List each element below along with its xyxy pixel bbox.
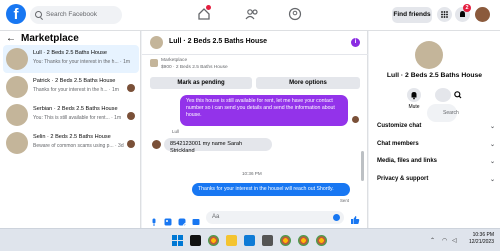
- chat-header: Lull · 2 Beds 2.5 Baths House i: [142, 31, 368, 55]
- chevron-down-icon: ⌄: [489, 124, 495, 130]
- conversation-details-panel: Lull · 2 Beds 2.5 Baths House Mute Searc…: [369, 31, 500, 228]
- info-icon[interactable]: i: [351, 38, 360, 47]
- listing-price: $900 · 2 Beds 2.5 Baths House: [161, 65, 228, 70]
- sent-status: Sent: [340, 198, 350, 203]
- message-input-placeholder: Aa: [212, 214, 220, 220]
- image-icon[interactable]: [164, 213, 172, 226]
- back-arrow-icon[interactable]: ←: [6, 33, 16, 44]
- file-explorer-icon[interactable]: [226, 235, 237, 246]
- privacy-support-item[interactable]: Privacy & support ⌄: [377, 176, 495, 183]
- search-in-conversation-icon[interactable]: [435, 88, 462, 102]
- conversation-title: Selin · 2 Beds 2.5 Baths House: [33, 134, 111, 140]
- panel-title: Marketplace: [21, 33, 79, 44]
- panel-header: ← Marketplace: [6, 33, 79, 44]
- chat-scrollbar[interactable]: [361, 151, 364, 181]
- menu-item-label: Privacy & support: [377, 176, 429, 182]
- chat-listing-thumbnail[interactable]: [150, 36, 163, 49]
- message-timestamp: 10:36 PM: [242, 171, 262, 176]
- listing-thumbnail: [6, 132, 28, 154]
- edge-icon[interactable]: [244, 235, 255, 246]
- home-notification-dot: [206, 5, 211, 10]
- listing-mini-thumbnail: [150, 59, 158, 67]
- chat-members-item[interactable]: Chat members ⌄: [377, 141, 495, 148]
- incoming-message: 8542123001 my name Sarah Strickland: [164, 138, 272, 154]
- outgoing-message: Yes this house is still available for re…: [180, 95, 348, 126]
- conversation-item[interactable]: Selin · 2 Beds 2.5 Baths House Beware of…: [3, 129, 139, 157]
- search-label: Search: [427, 104, 459, 122]
- chevron-up-icon[interactable]: ⌃: [430, 237, 435, 244]
- conversation-preview: You: Thanks for your interest in the h..…: [33, 59, 131, 65]
- wifi-icon[interactable]: ◠: [442, 237, 447, 244]
- chevron-down-icon: ⌄: [489, 159, 495, 165]
- search-icon: [35, 11, 42, 18]
- conversation-preview: You: This is still available for rent...…: [33, 115, 122, 121]
- chevron-down-icon: ⌄: [489, 142, 495, 148]
- more-options-button[interactable]: More options: [256, 77, 360, 89]
- sender-name: Lull: [172, 129, 180, 134]
- message-input[interactable]: Aa: [206, 211, 344, 224]
- sender-avatar[interactable]: [152, 140, 161, 149]
- customize-chat-item[interactable]: Customize chat ⌄: [377, 123, 495, 130]
- sticker-icon[interactable]: [178, 213, 186, 226]
- store-icon[interactable]: [262, 235, 273, 246]
- menu-item-label: Customize chat: [377, 123, 422, 129]
- listing-thumbnail: [6, 48, 28, 70]
- listing-label: Marketplace: [161, 58, 188, 63]
- like-icon[interactable]: [350, 212, 360, 224]
- marketplace-conversations-panel: ← Marketplace Lull · 2 Beds 2.5 Baths Hou…: [0, 31, 141, 228]
- menu-item-label: Chat members: [377, 141, 419, 147]
- clock-date: 12/21/2023: [468, 239, 494, 245]
- find-friends-button[interactable]: Find friends: [392, 7, 432, 23]
- conversation-preview: Thanks for your interest in the h... · 1…: [33, 87, 119, 93]
- conversation-item[interactable]: Serbian · 2 Beds 2.5 Baths House You: Th…: [3, 101, 139, 129]
- conversation-item[interactable]: Lull · 2 Beds 2.5 Baths House You: Thank…: [3, 45, 139, 73]
- mute-bell-icon[interactable]: [407, 88, 421, 102]
- message-composer: Aa: [142, 207, 368, 228]
- chat-title[interactable]: Lull · 2 Beds 2.5 Baths House: [169, 38, 267, 45]
- chrome-icon[interactable]: [208, 235, 219, 246]
- listing-thumbnail: [6, 76, 28, 98]
- friends-icon[interactable]: [245, 7, 259, 21]
- emoji-icon[interactable]: [333, 214, 340, 221]
- conversation-title: Patrick · 2 Beds 2.5 Baths House: [33, 78, 116, 84]
- system-clock[interactable]: 10:36 PM 12/21/2023: [469, 232, 494, 246]
- menu-grid-icon[interactable]: [437, 7, 452, 22]
- participant-avatar: [127, 84, 135, 92]
- conversation-preview: Beware of common scams using p... · 3d: [33, 143, 124, 149]
- participant-avatar: [127, 112, 135, 120]
- mute-label: Mute: [408, 104, 420, 110]
- microphone-icon[interactable]: [150, 213, 158, 226]
- home-icon[interactable]: [197, 5, 211, 21]
- chat-panel: Lull · 2 Beds 2.5 Baths House i Marketpl…: [142, 31, 368, 228]
- chrome-icon[interactable]: [298, 235, 309, 246]
- conversation-item[interactable]: Patrick · 2 Beds 2.5 Baths House Thanks …: [3, 73, 139, 101]
- conversation-title: Lull · 2 Beds 2.5 Baths House: [33, 50, 108, 56]
- menu-item-label: Media, files and links: [377, 158, 438, 164]
- facebook-logo[interactable]: f: [6, 4, 26, 24]
- gif-icon[interactable]: [192, 213, 200, 225]
- top-navigation-bar: f Search Facebook Find friends 2: [0, 0, 500, 31]
- chrome-icon[interactable]: [316, 235, 327, 246]
- profile-avatar[interactable]: [475, 7, 490, 22]
- notification-badge: 2: [463, 4, 471, 12]
- outgoing-message: Thanks for your interest in the housel w…: [192, 183, 350, 196]
- windows-start-icon[interactable]: [172, 235, 183, 246]
- mark-as-pending-button[interactable]: Mark as pending: [150, 77, 252, 89]
- chrome-icon[interactable]: [280, 235, 291, 246]
- media-files-links-item[interactable]: Media, files and links ⌄: [377, 158, 495, 165]
- participant-avatar: [127, 140, 135, 148]
- speaker-icon[interactable]: ◁: [452, 237, 457, 244]
- search-placeholder: Search Facebook: [46, 11, 97, 18]
- conversation-title: Serbian · 2 Beds 2.5 Baths House: [33, 106, 118, 112]
- details-title: Lull · 2 Beds 2.5 Baths House: [386, 72, 483, 79]
- taskbar-search-icon[interactable]: [190, 235, 201, 246]
- groups-icon[interactable]: [288, 7, 302, 21]
- clock-time: 10:36 PM: [472, 232, 494, 238]
- listing-thumbnail: [6, 104, 28, 126]
- details-listing-thumbnail[interactable]: [415, 41, 443, 69]
- windows-taskbar: ⌃ ◠ ◁ 10:36 PM 12/21/2023: [0, 228, 500, 251]
- search-input[interactable]: Search Facebook: [30, 6, 122, 24]
- seen-avatar: [352, 116, 359, 123]
- chevron-down-icon: ⌄: [489, 177, 495, 183]
